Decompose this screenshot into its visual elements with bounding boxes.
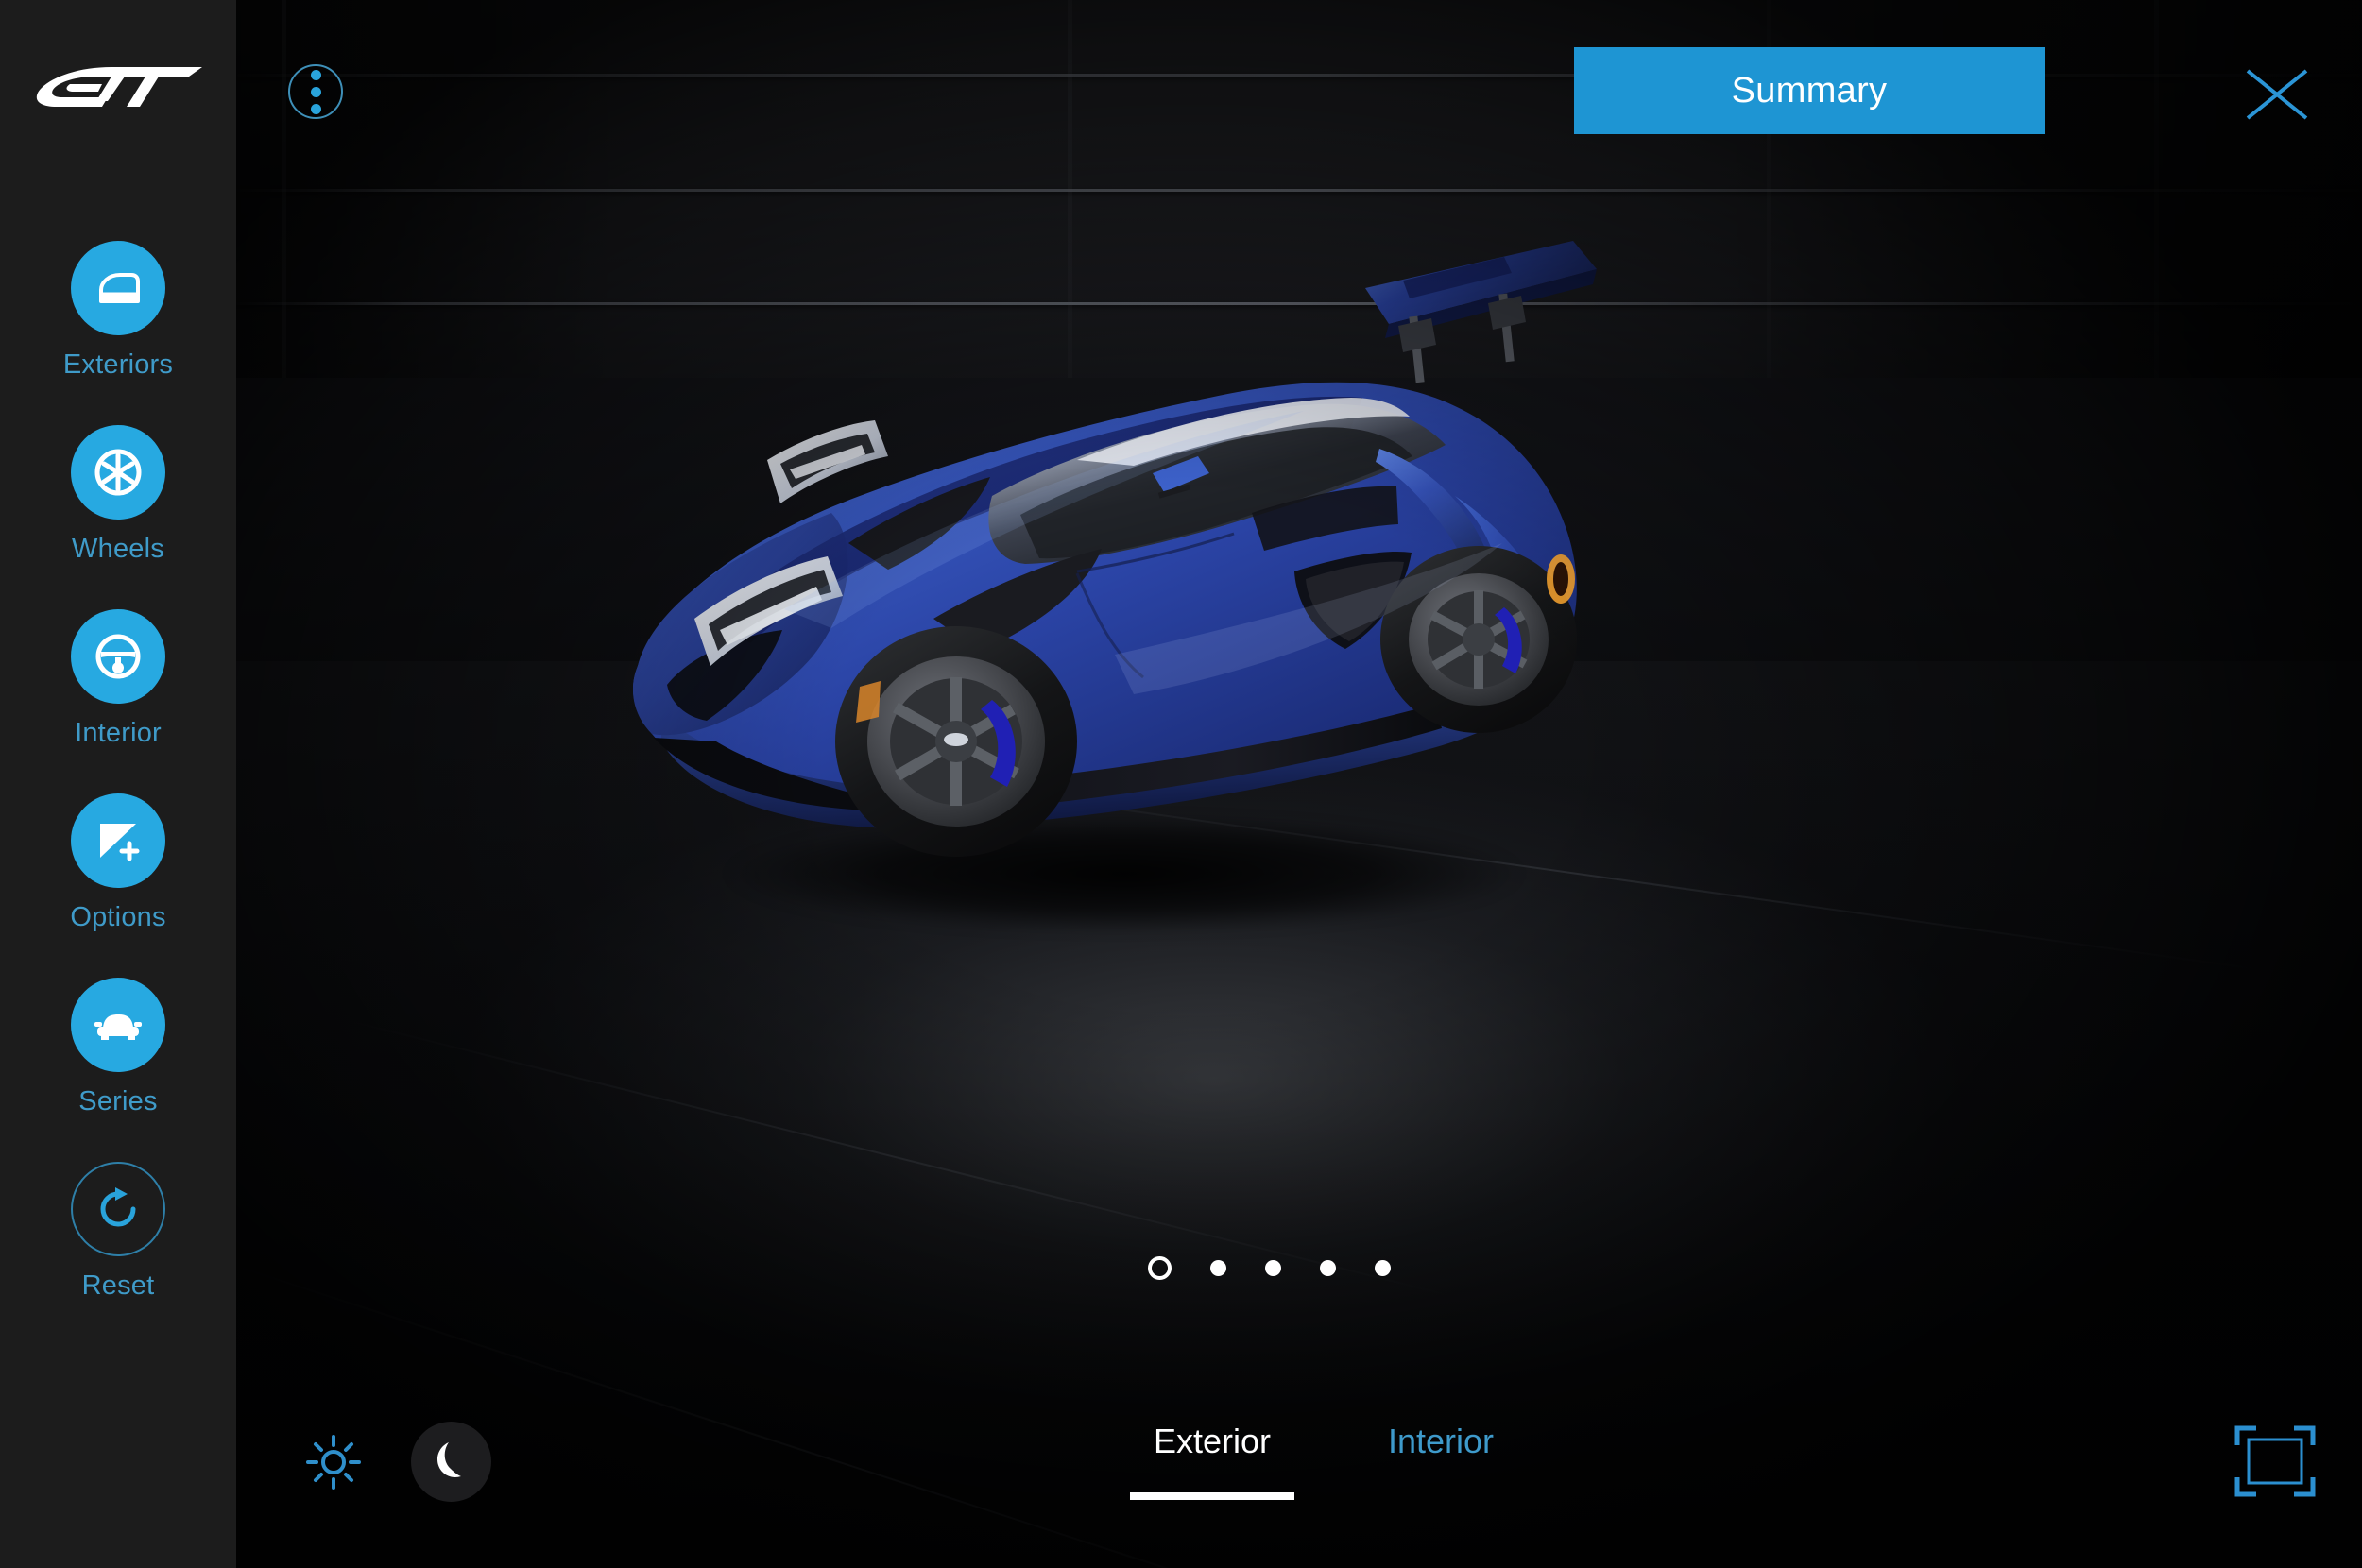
- tab-interior-label: Interior: [1387, 1422, 1495, 1460]
- reset-icon: [71, 1162, 165, 1256]
- sidebar-item-reset[interactable]: Reset: [0, 1162, 236, 1302]
- carousel-dot[interactable]: [1210, 1260, 1226, 1276]
- front-wheel: [835, 626, 1077, 857]
- lighting-toggle-group: [293, 1422, 491, 1502]
- tab-interior[interactable]: Interior: [1351, 1422, 1531, 1500]
- gt-logo: [21, 52, 210, 118]
- steering-wheel-icon: [71, 609, 165, 704]
- sidebar-item-label: Wheels: [72, 534, 164, 564]
- vehicle-viewer-stage[interactable]: [236, 0, 2362, 1568]
- configurator-app: Exteriors Wheels Interior Options Series…: [0, 0, 2362, 1568]
- sidebar-item-exteriors[interactable]: Exteriors: [0, 241, 236, 381]
- summary-button[interactable]: Summary: [1574, 47, 2045, 134]
- carousel-dot[interactable]: [1375, 1260, 1391, 1276]
- sun-icon[interactable]: [293, 1422, 373, 1502]
- carousel-dot[interactable]: [1265, 1260, 1281, 1276]
- view-tab-group: Exterior Interior: [1122, 1422, 1531, 1500]
- tab-exterior[interactable]: Exterior: [1122, 1422, 1302, 1500]
- tab-active-underline: [1359, 1492, 1523, 1500]
- sidebar-item-label: Interior: [75, 718, 162, 748]
- kebab-menu-icon[interactable]: [288, 64, 343, 119]
- fullscreen-icon[interactable]: [2234, 1424, 2317, 1498]
- sidebar-item-options[interactable]: Options: [0, 793, 236, 933]
- car-door-icon: [71, 241, 165, 335]
- sidebar-nav: Exteriors Wheels Interior Options Series…: [0, 241, 236, 1346]
- close-icon[interactable]: [2234, 52, 2319, 137]
- sidebar-item-label: Exteriors: [62, 349, 174, 380]
- sidebar-item-series[interactable]: Series: [0, 978, 236, 1117]
- carousel-dot[interactable]: [1320, 1260, 1336, 1276]
- sidebar-item-label: Reset: [81, 1270, 155, 1301]
- tab-exterior-label: Exterior: [1153, 1422, 1272, 1460]
- vehicle-render[interactable]: [548, 213, 1644, 912]
- sidebar-item-label: Options: [70, 902, 166, 932]
- sidebar-item-label: Series: [78, 1086, 158, 1116]
- options-add-icon: [71, 793, 165, 888]
- moon-icon[interactable]: [411, 1422, 491, 1502]
- headlight-left: [767, 420, 888, 503]
- sidebar: Exteriors Wheels Interior Options Series…: [0, 0, 236, 1568]
- carousel-dot[interactable]: [1148, 1256, 1172, 1280]
- sidebar-item-interior[interactable]: Interior: [0, 609, 236, 749]
- tab-active-underline: [1130, 1492, 1294, 1500]
- sidebar-item-wheels[interactable]: Wheels: [0, 425, 236, 565]
- wheel-icon: [71, 425, 165, 520]
- rear-wing: [1365, 241, 1597, 383]
- view-carousel-dots: [1148, 1256, 1391, 1280]
- car-front-icon: [71, 978, 165, 1072]
